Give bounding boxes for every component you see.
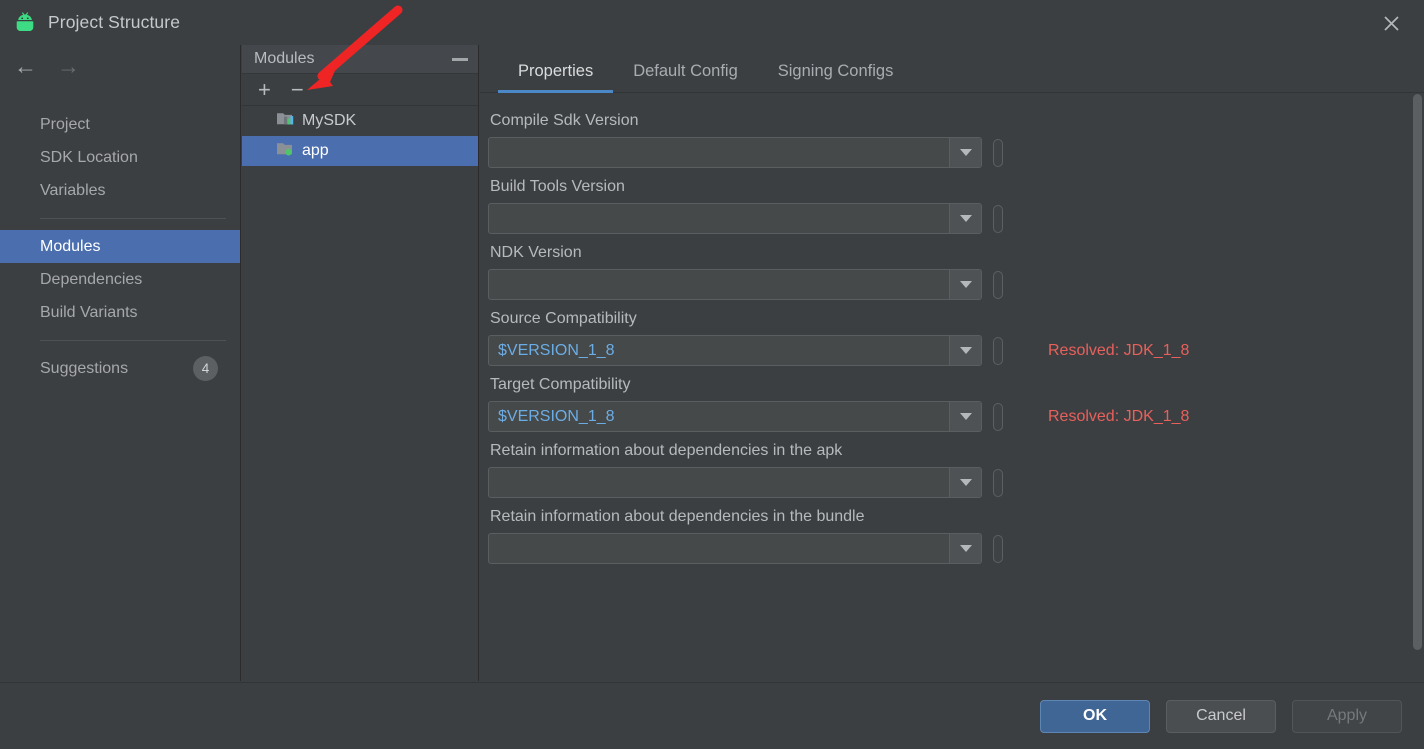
nav-row: ← → (0, 45, 240, 87)
chevron-down-icon[interactable] (949, 402, 981, 431)
field-target-compatibility: Target Compatibility $VERSION_1_8 Resolv… (488, 376, 1424, 432)
sidebar-item-project[interactable]: Project (0, 108, 240, 141)
field-build-tools-version: Build Tools Version (488, 178, 1424, 234)
properties-form: Compile Sdk Version Build Tools Version (480, 93, 1424, 680)
field-label: Build Tools Version (490, 178, 625, 195)
variable-picker-icon[interactable] (993, 204, 1003, 233)
apply-button[interactable]: Apply (1292, 699, 1402, 733)
field-ndk-version: NDK Version (488, 244, 1424, 300)
sidebar-item-label: Modules (40, 237, 101, 255)
project-structure-dialog: Project Structure ← → Project SDK Locati… (0, 0, 1424, 749)
variable-picker-icon[interactable] (993, 270, 1003, 299)
android-robot-icon (12, 10, 38, 36)
tab-signing-configs[interactable]: Signing Configs (758, 62, 914, 92)
sidebar-item-variables[interactable]: Variables (0, 174, 240, 207)
modules-toolbar: + − (242, 74, 478, 106)
field-retain-dependencies-apk: Retain information about dependencies in… (488, 442, 1424, 498)
button-label: Apply (1326, 707, 1368, 724)
list-item-label: app (302, 142, 329, 159)
sidebar-item-sdk-location[interactable]: SDK Location (0, 141, 240, 174)
chevron-down-icon[interactable] (949, 204, 981, 233)
modules-panel: Modules + − MySDK app (242, 45, 479, 681)
ndk-version-combobox[interactable] (488, 269, 982, 300)
vertical-scrollbar[interactable] (1410, 93, 1424, 681)
dialog-footer: OK Cancel Apply (0, 682, 1424, 749)
sidebar-item-label: Suggestions (40, 359, 129, 377)
source-compatibility-combobox[interactable]: $VERSION_1_8 (488, 335, 982, 366)
tab-bar: Properties Default Config Signing Config… (480, 45, 1424, 93)
variable-picker-icon[interactable] (993, 138, 1003, 167)
resolved-value-text: Resolved: JDK_1_8 (1048, 407, 1190, 425)
sidebar-divider (40, 218, 226, 219)
field-source-compatibility: Source Compatibility $VERSION_1_8 Resolv… (488, 310, 1424, 366)
close-icon[interactable] (1376, 9, 1406, 37)
library-folder-icon (276, 110, 295, 132)
remove-module-button[interactable]: − (291, 78, 304, 101)
chevron-down-icon[interactable] (949, 270, 981, 299)
field-label: Target Compatibility (490, 376, 631, 393)
tab-label: Default Config (633, 62, 738, 80)
field-compile-sdk-version: Compile Sdk Version (488, 112, 1424, 168)
scrollbar-thumb[interactable] (1413, 94, 1422, 650)
sidebar-item-label: SDK Location (40, 148, 138, 166)
sidebar-item-modules[interactable]: Modules (0, 230, 240, 263)
field-label: NDK Version (490, 244, 582, 261)
variable-picker-icon[interactable] (993, 336, 1003, 365)
retain-dependencies-apk-combobox[interactable] (488, 467, 982, 498)
combobox-value: $VERSION_1_8 (498, 407, 615, 425)
sidebar-item-label: Project (40, 115, 90, 133)
sidebar-item-label: Dependencies (40, 270, 143, 288)
field-label: Retain information about dependencies in… (490, 508, 865, 525)
retain-dependencies-bundle-combobox[interactable] (488, 533, 982, 564)
window-title: Project Structure (48, 12, 181, 32)
sidebar-item-build-variants[interactable]: Build Variants (0, 296, 240, 329)
modules-panel-header: Modules (242, 45, 478, 74)
tab-default-config[interactable]: Default Config (613, 62, 758, 92)
variable-picker-icon[interactable] (993, 468, 1003, 497)
status-badge: 4 (193, 356, 218, 381)
arrow-right-icon[interactable]: → (57, 54, 80, 78)
sidebar: ← → Project SDK Location Variables Modul… (0, 45, 241, 681)
tab-properties[interactable]: Properties (498, 62, 614, 93)
button-label: OK (1083, 707, 1107, 724)
sidebar-item-dependencies[interactable]: Dependencies (0, 263, 240, 296)
app-folder-icon (276, 140, 295, 162)
sidebar-item-label: Variables (40, 181, 106, 199)
chevron-down-icon[interactable] (949, 534, 981, 563)
target-compatibility-combobox[interactable]: $VERSION_1_8 (488, 401, 982, 432)
chevron-down-icon[interactable] (949, 468, 981, 497)
list-item[interactable]: MySDK (242, 106, 478, 136)
field-retain-dependencies-bundle: Retain information about dependencies in… (488, 508, 1424, 564)
combobox-value: $VERSION_1_8 (498, 341, 615, 359)
sidebar-divider (40, 340, 226, 341)
title-bar: Project Structure (0, 0, 1424, 45)
sidebar-item-suggestions[interactable]: Suggestions 4 (0, 352, 240, 385)
build-tools-version-combobox[interactable] (488, 203, 982, 234)
compile-sdk-version-combobox[interactable] (488, 137, 982, 168)
add-module-button[interactable]: + (258, 78, 271, 101)
list-item-label: MySDK (302, 112, 357, 129)
variable-picker-icon[interactable] (993, 402, 1003, 431)
sidebar-item-label: Build Variants (40, 303, 138, 321)
chevron-down-icon[interactable] (949, 138, 981, 167)
button-label: Cancel (1196, 707, 1246, 724)
chevron-down-icon[interactable] (949, 336, 981, 365)
tab-label: Signing Configs (777, 62, 894, 80)
tab-label: Properties (518, 62, 594, 80)
modules-panel-title: Modules (254, 50, 315, 67)
content-pane: Properties Default Config Signing Config… (480, 45, 1424, 681)
field-label: Source Compatibility (490, 310, 637, 327)
list-item[interactable]: app (242, 136, 478, 166)
resolved-value-text: Resolved: JDK_1_8 (1048, 341, 1190, 359)
arrow-left-icon[interactable]: ← (14, 54, 37, 78)
field-label: Compile Sdk Version (490, 112, 639, 129)
minimize-icon[interactable] (452, 57, 468, 61)
ok-button[interactable]: OK (1040, 699, 1150, 733)
variable-picker-icon[interactable] (993, 534, 1003, 563)
cancel-button[interactable]: Cancel (1166, 699, 1276, 733)
field-label: Retain information about dependencies in… (490, 442, 843, 459)
